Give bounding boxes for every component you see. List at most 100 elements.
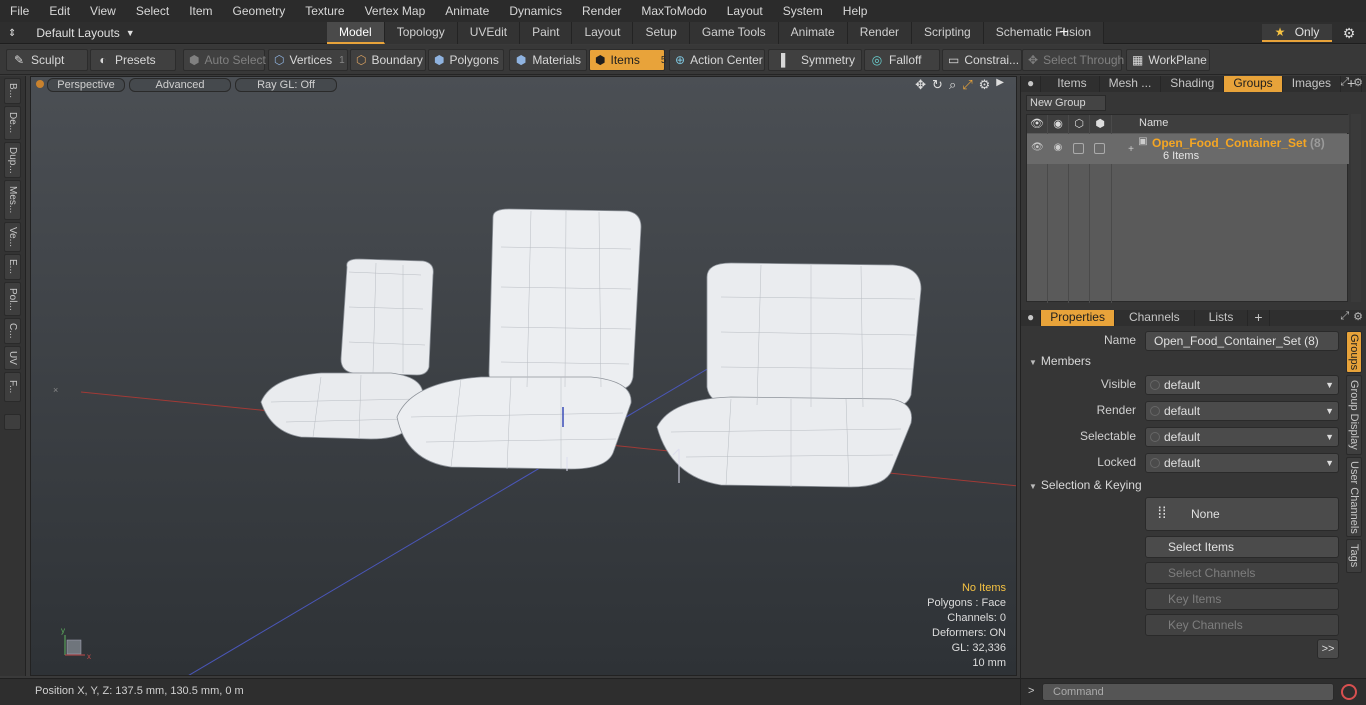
vertices-button[interactable]: ⬡ Vertices 1 [268,49,348,71]
menu-maxtomodo[interactable]: MaxToModo [631,0,716,22]
none-button[interactable]: ⁞⁞ None [1145,497,1339,531]
maximize-icon[interactable]: ⤢ [1340,76,1349,89]
zoom-icon[interactable]: ⌕ [949,77,956,93]
menu-item[interactable]: Item [179,0,222,22]
gear-icon[interactable]: ⚙ [1338,24,1360,42]
tab-layout[interactable]: Layout [572,22,634,44]
select-through-button[interactable]: ✥ Select Through [1022,49,1124,71]
symmetry-button[interactable]: ▐ Symmetry [768,49,862,71]
menu-edit[interactable]: Edit [39,0,80,22]
select-items-button[interactable]: Select Items [1145,536,1339,558]
rotate-view-icon[interactable]: ↻ [932,77,943,93]
menu-texture[interactable]: Texture [295,0,354,22]
props-gear-icon[interactable]: ⚙ [1353,310,1363,323]
add-props-tab-button[interactable]: + [1248,310,1270,326]
more-button[interactable]: >> [1317,639,1339,659]
visible-dropdown[interactable]: default ▼ [1145,375,1339,395]
panel-menu-dot[interactable]: ● [1021,76,1042,92]
tab-properties[interactable]: Properties [1041,310,1115,326]
tab-render[interactable]: Render [847,22,913,44]
tab-model[interactable]: Model [327,22,385,44]
left-tab-duplicate[interactable]: Dup... [4,142,21,178]
menu-animate[interactable]: Animate [435,0,499,22]
only-button[interactable]: ★ Only [1262,24,1332,42]
tab-scripting[interactable]: Scripting [912,22,984,44]
add-tab-button[interactable]: + [1055,23,1073,43]
viewport-arrow-icon[interactable]: ▶ [996,77,1004,93]
menu-layout[interactable]: Layout [717,0,773,22]
row-eye-icon[interactable]: 👁 [1031,142,1044,154]
presets-button[interactable]: ◐ Presets [90,49,176,71]
left-tab-vertex[interactable]: Ve... [4,222,21,252]
group-name-field[interactable]: Open_Food_Container_Set (8) [1145,331,1339,351]
row-select-checkbox[interactable] [1073,143,1084,154]
tab-topology[interactable]: Topology [384,22,458,44]
menu-geometry[interactable]: Geometry [223,0,296,22]
tab-channels[interactable]: Channels [1115,310,1195,326]
group-row[interactable]: 👁 ◉ + ▣ Open_Food_Container_Set (8) 6 It… [1027,134,1349,164]
menu-render[interactable]: Render [572,0,631,22]
menu-system[interactable]: System [773,0,833,22]
layout-dropdown[interactable]: ⇕ Default Layouts ▼ [8,24,135,42]
left-strip-toggle[interactable] [4,414,21,430]
record-icon[interactable] [1341,684,1357,700]
select-lock-icon[interactable]: ⬡ [1072,117,1086,131]
row-render-icon[interactable]: ◉ [1052,142,1064,154]
tab-images[interactable]: Images [1283,76,1342,92]
render-dropdown[interactable]: default ▼ [1145,401,1339,421]
side-tab-tags[interactable]: Tags [1346,539,1362,573]
menu-select[interactable]: Select [126,0,179,22]
left-tab-basic[interactable]: B... [4,78,21,104]
expand-plus-icon[interactable]: + [1125,144,1137,156]
constraints-button[interactable]: ▭ Constrai... [942,49,1022,71]
props-menu-dot[interactable]: ● [1021,310,1042,326]
materials-button[interactable]: ⬢ Materials [509,49,587,71]
props-maximize-icon[interactable]: ⤢ [1340,310,1349,323]
select-channels-button[interactable]: Select Channels [1145,562,1339,584]
raygl-button[interactable]: Ray GL: Off [235,78,337,92]
items-button[interactable]: ⬢ Items 5 [589,49,666,71]
sculpt-button[interactable]: ✎ Sculpt [6,49,88,71]
workplane-button[interactable]: ▦ WorkPlane [1126,49,1210,71]
left-tab-mesh-edit[interactable]: Mes... [4,180,21,220]
visibility-eye-icon[interactable]: 👁 [1030,117,1044,131]
boundary-button[interactable]: ⬡ Boundary [350,49,426,71]
tab-game-tools[interactable]: Game Tools [689,22,779,44]
3d-viewport[interactable]: × y x Perspective Advanced Ray GL: Off ✥… [30,76,1017,676]
left-tab-fusion[interactable]: F... [4,372,21,402]
left-tab-deform[interactable]: De... [4,106,21,140]
auto-select-button[interactable]: ⬢ Auto Select [183,49,266,71]
lock-icon[interactable]: ⬢ [1093,117,1107,131]
left-tab-polygon[interactable]: Pol... [4,282,21,316]
selection-keying-section[interactable]: ▼ Selection & Keying [1029,478,1142,492]
polygons-button[interactable]: ⬢ Polygons [428,49,504,71]
side-tab-groups[interactable]: Groups [1346,331,1362,373]
tab-animate[interactable]: Animate [778,22,848,44]
render-icon[interactable]: ◉ [1051,117,1065,131]
tab-shading[interactable]: Shading [1161,76,1225,92]
locked-dropdown[interactable]: default ▼ [1145,453,1339,473]
tab-groups[interactable]: Groups [1224,76,1283,92]
tab-lists[interactable]: Lists [1195,310,1249,326]
perspective-button[interactable]: Perspective [47,78,125,92]
key-items-button[interactable]: Key Items [1145,588,1339,610]
action-center-button[interactable]: ⊕ Action Center [669,49,765,71]
tab-uvedit[interactable]: UVEdit [457,22,521,44]
command-input[interactable]: Command [1042,683,1334,701]
advanced-button[interactable]: Advanced [129,78,231,92]
new-group-button[interactable]: New Group [1026,95,1106,111]
tab-setup[interactable]: Setup [633,22,690,44]
tab-items[interactable]: Items [1041,76,1100,92]
left-tab-curve[interactable]: C... [4,318,21,344]
viewport-gear-icon[interactable]: ⚙ [979,77,991,93]
selectable-dropdown[interactable]: default ▼ [1145,427,1339,447]
left-tab-edge[interactable]: E... [4,254,21,280]
group-list-scrollbar[interactable] [1351,114,1361,302]
menu-view[interactable]: View [80,0,126,22]
name-column-header[interactable]: Name [1139,117,1168,129]
side-tab-user-channels[interactable]: User Channels [1346,457,1362,537]
falloff-button[interactable]: ◎ Falloff [864,49,940,71]
viewport-menu-dot[interactable] [36,80,44,88]
left-tab-uv[interactable]: UV [4,346,21,370]
panel-gear-icon[interactable]: ⚙ [1353,76,1363,89]
